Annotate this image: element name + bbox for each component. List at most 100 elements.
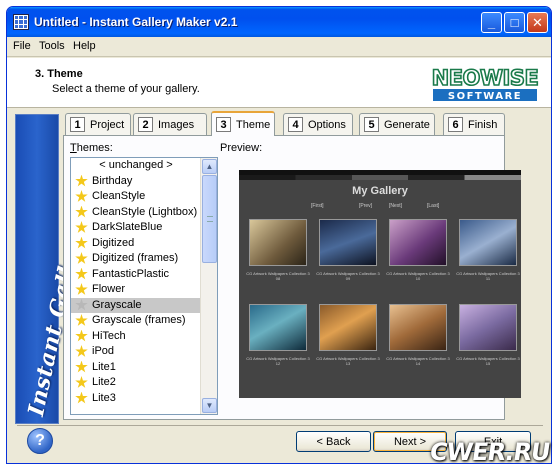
menu-tools[interactable]: Tools bbox=[39, 40, 65, 52]
preview-label: Preview: bbox=[220, 142, 263, 154]
preview-caption: CG Artwork Wallpapers Collection 3 11 bbox=[456, 271, 520, 281]
star-icon bbox=[75, 360, 88, 373]
menu-help[interactable]: Help bbox=[73, 40, 96, 52]
theme-list-item[interactable]: HiTech bbox=[71, 329, 201, 345]
tab-label: Finish bbox=[468, 118, 498, 131]
step-title: 3. Theme bbox=[35, 68, 83, 80]
theme-list-item[interactable]: DarkSlateBlue bbox=[71, 220, 201, 236]
themes-listbox[interactable]: < unchanged > Birthday CleanStyle CleanStyl… bbox=[70, 157, 218, 415]
back-button[interactable]: < Back bbox=[296, 431, 371, 452]
theme-list-item[interactable]: Flower bbox=[71, 282, 201, 298]
preview-thumbnail bbox=[249, 219, 307, 266]
help-button[interactable]: ? bbox=[27, 428, 53, 454]
theme-list-item[interactable]: Digitized bbox=[71, 236, 201, 252]
chevron-down-icon: ▼ bbox=[205, 401, 214, 410]
preview-caption: CG Artwork Wallpapers Collection 3 15 bbox=[456, 356, 520, 366]
tab-project[interactable]: 1 Project bbox=[65, 113, 131, 135]
theme-list-item[interactable]: Birthday bbox=[71, 174, 201, 190]
theme-list-item[interactable]: Lite3 bbox=[71, 391, 201, 407]
tab-theme[interactable]: 3 Theme bbox=[211, 111, 275, 136]
theme-list-item[interactable]: CleanStyle (Lightbox) bbox=[71, 205, 201, 221]
star-icon bbox=[75, 283, 88, 295]
theme-item-label: < unchanged > bbox=[99, 159, 173, 171]
theme-list-item[interactable]: FantasticPlastic bbox=[71, 267, 201, 283]
tab-label: Project bbox=[90, 118, 125, 131]
preview-thumbnail bbox=[389, 219, 447, 266]
logo-line1: NEOWISE bbox=[432, 66, 539, 90]
preview-caption: CG Artwork Wallpapers Collection 3 08 bbox=[246, 271, 310, 281]
theme-item-label: Lite1 bbox=[92, 360, 116, 373]
preview-nav-link: [Next] bbox=[389, 203, 403, 209]
tab-generate[interactable]: 5 Generate bbox=[359, 113, 435, 135]
tab-number: 1 bbox=[70, 117, 85, 132]
step-subtitle: Select a theme of your gallery. bbox=[52, 83, 200, 95]
tab-number: 3 bbox=[216, 117, 231, 132]
theme-item-label: iPod bbox=[92, 345, 115, 357]
preview-nav-link: [First] bbox=[311, 203, 324, 209]
minimize-icon: _ bbox=[487, 15, 496, 30]
star-icon bbox=[75, 236, 88, 249]
preview-caption: CG Artwork Wallpapers Collection 3 14 bbox=[386, 356, 450, 366]
scroll-thumb[interactable] bbox=[202, 175, 217, 263]
scroll-down-button[interactable]: ▼ bbox=[202, 398, 217, 413]
minimize-button[interactable]: _ bbox=[481, 12, 502, 33]
theme-list-item[interactable]: Digitized (frames) bbox=[71, 251, 201, 267]
wizard-header: 3. Theme Select a theme of your gallery.… bbox=[7, 58, 551, 108]
star-icon bbox=[75, 221, 88, 233]
close-button[interactable]: ✕ bbox=[527, 12, 548, 33]
tab-options[interactable]: 4 Options bbox=[283, 113, 353, 135]
theme-list-item[interactable]: iPod bbox=[71, 344, 201, 360]
tab-finish[interactable]: 6 Finish bbox=[443, 113, 505, 135]
tab-number: 5 bbox=[364, 117, 379, 132]
tab-label: Generate bbox=[384, 118, 430, 131]
tab-label: Options bbox=[308, 118, 346, 131]
maximize-button[interactable]: □ bbox=[504, 12, 525, 33]
theme-list-item[interactable]: < unchanged > bbox=[71, 158, 201, 174]
theme-list-item[interactable]: CleanStyle bbox=[71, 189, 201, 205]
title-bar[interactable]: Untitled - Instant Gallery Maker v2.1 _ … bbox=[7, 7, 551, 37]
star-icon bbox=[75, 174, 88, 187]
themes-scrollbar[interactable]: ▲ ▼ bbox=[200, 158, 217, 414]
star-icon bbox=[75, 190, 88, 202]
preview-thumbnail bbox=[319, 304, 377, 351]
preview-thumbnail bbox=[459, 219, 517, 266]
sidebar-banner: Instant Gallery Maker bbox=[15, 114, 107, 424]
star-icon bbox=[75, 252, 88, 264]
theme-item-label: CleanStyle bbox=[92, 190, 146, 202]
theme-list-item[interactable]: Lite2 bbox=[71, 375, 201, 391]
tab-number: 2 bbox=[138, 117, 153, 132]
theme-item-label: Digitized bbox=[92, 236, 135, 249]
theme-item-label: Lite2 bbox=[92, 376, 116, 388]
chevron-up-icon: ▲ bbox=[205, 162, 214, 171]
menu-file[interactable]: File bbox=[13, 40, 31, 52]
theme-item-label: Flower bbox=[92, 283, 126, 295]
preview-thumbnail bbox=[319, 219, 377, 266]
preview-stripes bbox=[239, 175, 521, 180]
theme-item-label: CleanStyle (Lightbox) bbox=[92, 205, 198, 218]
theme-item-label: Grayscale (frames) bbox=[92, 314, 186, 326]
star-icon bbox=[75, 314, 88, 326]
theme-item-label: Digitized (frames) bbox=[92, 252, 179, 264]
scroll-up-button[interactable]: ▲ bbox=[202, 159, 217, 174]
preview-thumbnail bbox=[249, 304, 307, 351]
theme-item-label: DarkSlateBlue bbox=[92, 221, 163, 233]
theme-item-label: Grayscale bbox=[92, 298, 142, 311]
theme-item-label: HiTech bbox=[92, 329, 126, 342]
tab-label: Theme bbox=[236, 118, 271, 131]
preview-thumbnail bbox=[459, 304, 517, 351]
theme-list-item[interactable]: Grayscale bbox=[71, 297, 201, 313]
footer-divider bbox=[17, 425, 543, 426]
tab-number: 4 bbox=[288, 117, 303, 132]
theme-list-item[interactable]: Lite1 bbox=[71, 360, 201, 376]
preview-gallery-title: My Gallery bbox=[352, 185, 408, 197]
preview-caption: CG Artwork Wallpapers Collection 3 10 bbox=[386, 271, 450, 281]
preview-nav-link: [Last] bbox=[427, 203, 440, 209]
star-icon bbox=[75, 267, 88, 280]
tab-images[interactable]: 2 Images bbox=[133, 113, 207, 135]
watermark: CWER.RU bbox=[428, 438, 552, 466]
theme-panel: Themes: Preview: < unchanged > Birthday Cl… bbox=[63, 135, 521, 420]
logo-line2: SOFTWARE bbox=[448, 91, 522, 102]
theme-list-item[interactable]: Grayscale (frames) bbox=[71, 313, 201, 329]
preview-caption: CG Artwork Wallpapers Collection 3 12 bbox=[246, 356, 310, 366]
preview-thumbnail bbox=[389, 304, 447, 351]
